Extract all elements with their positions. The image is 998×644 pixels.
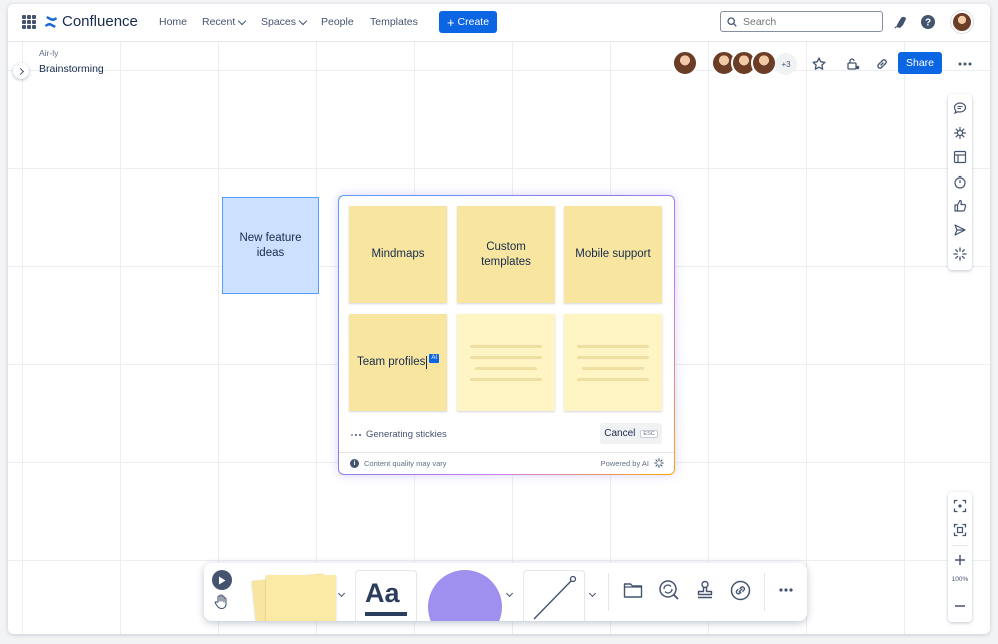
sticky-note-tool[interactable] [242,563,342,621]
cancel-button[interactable]: Cancel ESC [600,423,662,444]
generation-status-text: Generating stickies [366,429,447,440]
help-icon[interactable]: ? [920,14,936,30]
powered-by-text: Powered by AI [600,458,649,468]
chevron-down-icon[interactable] [588,589,597,598]
avatar[interactable] [751,50,777,76]
nav-recent-label: Recent [202,16,236,28]
nav-home[interactable]: Home [159,16,187,28]
nav-spaces[interactable]: Spaces [261,16,308,28]
search-input[interactable] [743,15,863,28]
zoom-controls: 100% [948,492,972,622]
star-icon[interactable] [810,55,828,73]
keyboard-shortcut: ESC [640,429,658,438]
nav-spaces-label: Spaces [261,16,297,28]
text-cursor [426,356,428,369]
ai-sparkle-icon[interactable] [952,246,968,262]
sticky-note[interactable]: Mindmaps [349,206,447,303]
search-box[interactable] [720,11,883,32]
more-icon[interactable] [775,579,797,601]
brand-name: Confluence [62,13,138,30]
nav-templates-label: Templates [370,16,418,28]
disclaimer-text: Content quality may vary [364,459,447,468]
nav-home-label: Home [159,16,188,28]
text-tool-label: Aa [365,578,400,608]
text-tool[interactable]: Aa [355,570,417,621]
vote-icon[interactable] [952,198,968,214]
stamp-icon[interactable] [694,579,716,601]
top-navigation: Confluence Home Recent Spaces People Tem… [8,4,990,42]
search-replace-icon[interactable] [658,579,680,601]
right-tool-rail [948,94,972,270]
sticky-note[interactable]: Mobile support [564,206,662,303]
ai-badge: AI [429,353,440,364]
ai-generate-panel: Mindmaps Custom templates Mobile support… [338,195,675,475]
more-icon[interactable] [956,55,974,73]
shape-tool[interactable] [428,570,502,621]
zoom-level[interactable]: 100% [948,576,972,583]
search-icon [727,16,737,27]
line-tool-icon [533,575,577,620]
sticky-note-placeholder [457,314,555,411]
link-icon[interactable] [873,55,891,73]
cancel-label: Cancel [604,428,636,439]
table-icon[interactable] [952,149,968,165]
nav-people-label: People [321,16,354,28]
comment-icon[interactable] [952,100,968,116]
create-button[interactable]: + Create [439,11,497,33]
send-icon[interactable] [952,222,968,238]
chevron-down-icon [298,16,308,25]
divider [608,573,609,611]
hand-icon[interactable] [214,594,230,610]
svg-text:?: ? [925,18,931,29]
line-tool[interactable] [523,570,585,621]
divider [764,573,765,611]
chevron-down-icon[interactable] [505,589,514,598]
zoom-in-icon[interactable] [952,552,968,568]
avatar[interactable] [672,50,698,76]
expand-sidebar-button[interactable] [13,63,29,79]
nav-recent[interactable]: Recent [202,16,247,28]
app-switcher-icon[interactable] [22,15,36,29]
link-tool-icon[interactable] [729,579,751,601]
sticky-note[interactable]: Custom templates [457,206,555,303]
breadcrumb[interactable]: Air-ly [39,48,58,58]
restrictions-icon[interactable] [844,55,862,73]
share-button[interactable]: Share [898,52,942,74]
notifications-icon[interactable] [893,14,909,30]
nav-people[interactable]: People [321,16,354,28]
fit-to-screen-icon[interactable] [952,498,968,514]
confluence-logo-icon [44,15,58,28]
focus-icon[interactable] [952,522,968,538]
confluence-logo[interactable]: Confluence [44,13,138,30]
timer-icon[interactable] [952,174,968,190]
chevron-right-icon [16,67,24,75]
loading-dots-icon [351,433,361,436]
page-title: Brainstorming [39,63,104,75]
nav-templates[interactable]: Templates [370,16,418,28]
user-avatar[interactable] [951,11,973,33]
whiteboard-canvas[interactable]: Air-ly Brainstorming +3 Share 100% New f… [8,42,990,634]
more-collaborators-badge[interactable]: +3 [775,53,797,75]
chevron-down-icon [238,16,247,25]
folder-icon[interactable] [622,579,644,601]
sticky-note[interactable]: Team profiles AI [349,314,447,411]
divider [952,545,968,546]
info-icon: i [350,459,359,468]
creation-toolbar: Aa [204,563,807,621]
zoom-out-icon[interactable] [952,598,968,614]
sticky-note-blue[interactable]: New feature ideas [222,197,319,294]
sticky-note-text: Team profiles [356,356,426,369]
play-icon[interactable] [212,570,232,590]
plus-icon: + [446,14,455,30]
create-label: Create [457,16,490,28]
loops-icon[interactable] [952,125,968,141]
ai-panel-footer: i Content quality may vary Powered by AI [339,452,674,474]
ai-sparkle-icon [654,458,664,468]
sticky-note-placeholder [564,314,662,411]
app-window: Confluence Home Recent Spaces People Tem… [8,4,990,634]
generation-status: Generating stickies [351,429,447,440]
